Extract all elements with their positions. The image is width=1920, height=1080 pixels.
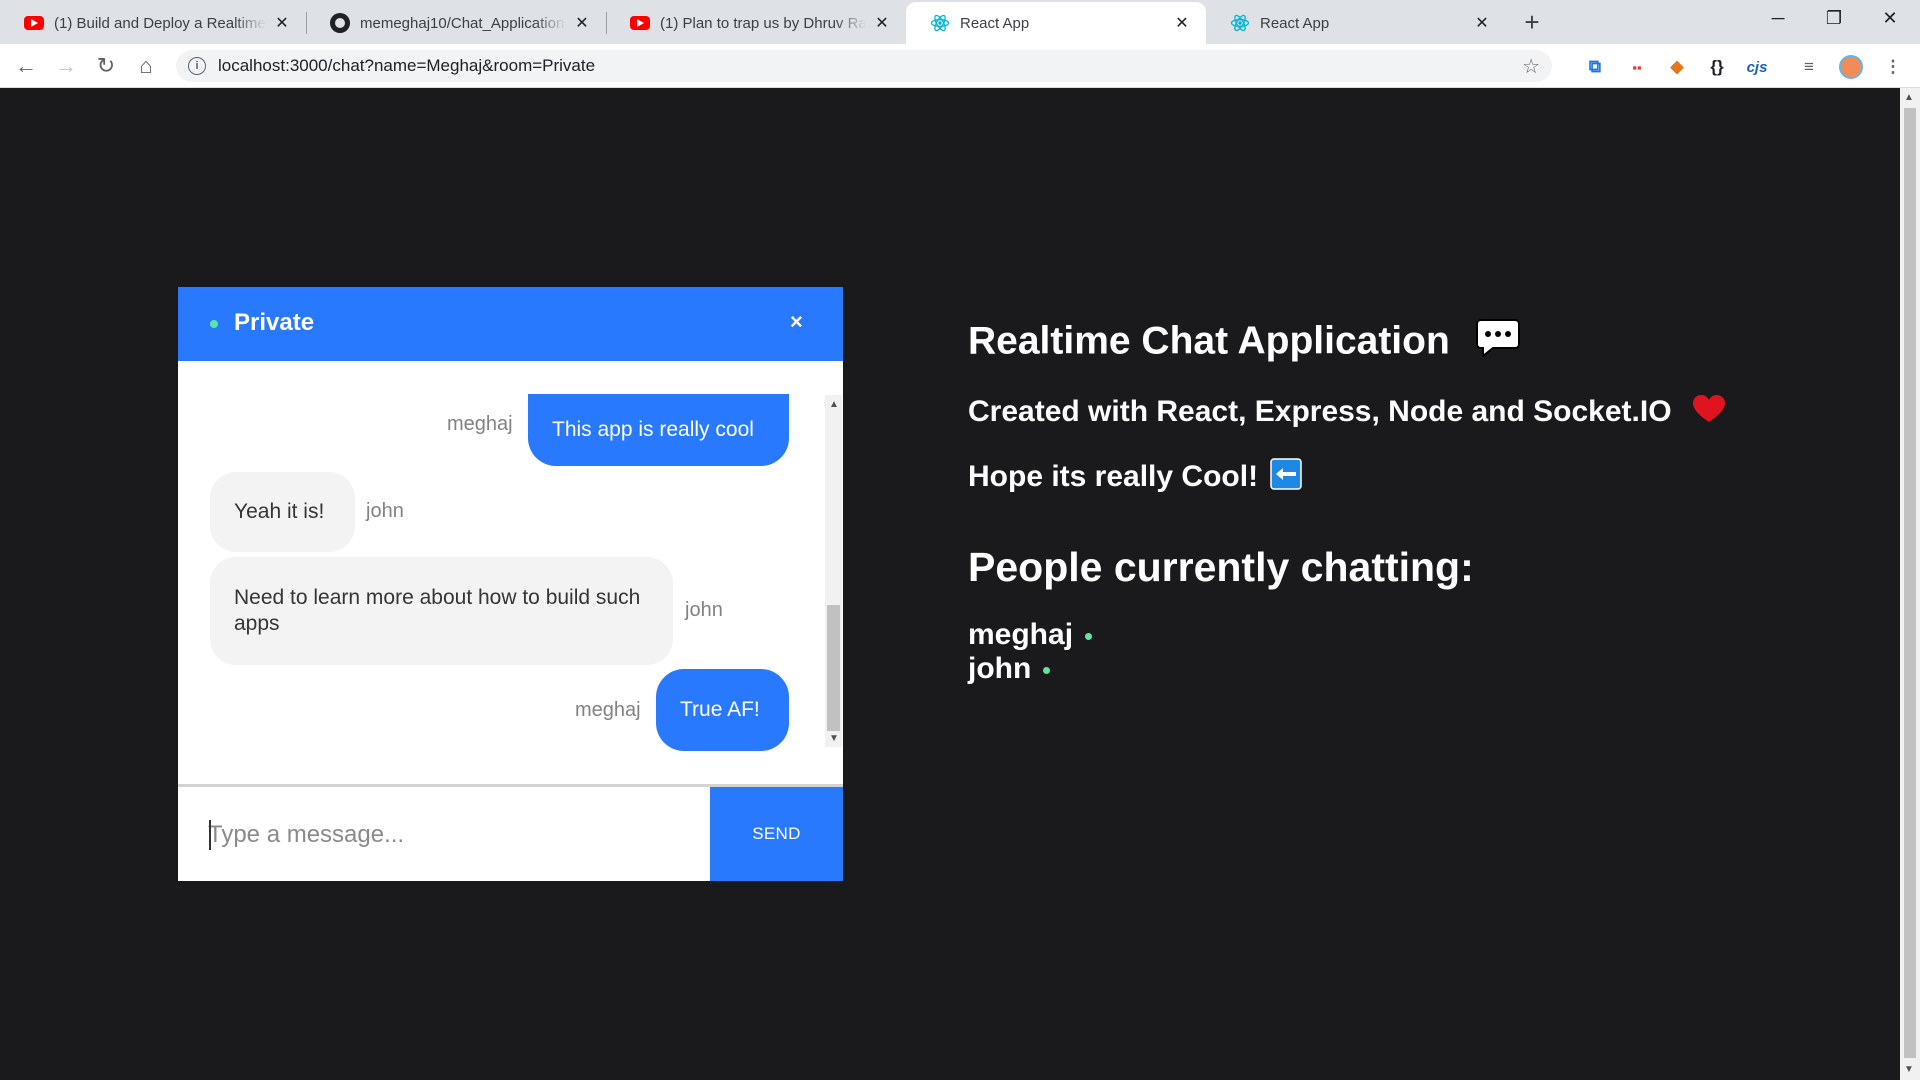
react-icon: [1230, 13, 1250, 33]
tab-title: (1) Build and Deploy a Realtime Chat: [54, 14, 266, 32]
scroll-down-arrow-icon[interactable]: ▼: [1904, 1064, 1914, 1075]
colorful-extension-icon[interactable]: ▪▪: [1624, 54, 1650, 80]
browser-tab-4-active[interactable]: React App ✕: [906, 2, 1206, 44]
message-bubble-own: True AF!: [656, 669, 789, 751]
browser-tab-3[interactable]: (1) Plan to trap us by Dhruv Rathee ✕: [606, 2, 906, 44]
tab-title: (1) Plan to trap us by Dhruv Rathee: [660, 14, 866, 32]
translate-extension-icon[interactable]: ⧉: [1582, 54, 1608, 80]
reload-icon[interactable]: ↻: [90, 50, 122, 82]
close-tab-icon[interactable]: ✕: [872, 13, 892, 33]
address-bar[interactable]: i localhost:3000/chat?name=Meghaj&room=P…: [176, 50, 1552, 82]
close-window-icon[interactable]: ✕: [1862, 0, 1918, 36]
scroll-up-arrow-icon[interactable]: ▲: [1904, 92, 1914, 103]
message-sender: john: [366, 500, 404, 522]
forward-arrow-icon[interactable]: →: [50, 50, 82, 82]
bookmark-star-icon[interactable]: ☆: [1522, 54, 1540, 79]
online-dot-icon: [210, 320, 218, 328]
app-title: Realtime Chat Application: [968, 319, 1450, 363]
message-bubble-own: This app is really cool: [528, 394, 789, 466]
metamask-fox-icon[interactable]: ◆: [1664, 54, 1690, 80]
send-button[interactable]: SEND: [710, 787, 843, 881]
url-text: localhost:3000/chat?name=Meghaj&room=Pri…: [218, 56, 596, 75]
react-icon: [930, 13, 950, 33]
browser-tab-5[interactable]: React App ✕: [1206, 2, 1506, 44]
left-arrow-icon: [1270, 458, 1303, 498]
close-tab-icon[interactable]: ✕: [272, 13, 292, 33]
app-subtitle: Created with React, Express, Node and So…: [968, 394, 1672, 428]
room-name: Private: [234, 309, 315, 336]
message-sender: meghaj: [575, 699, 641, 721]
red-heart-icon: [1692, 394, 1726, 432]
online-dot-icon: [1085, 632, 1093, 640]
scroll-up-arrow-icon[interactable]: ▲: [829, 399, 839, 410]
people-heading: People currently chatting:: [968, 544, 1474, 590]
browser-tab-1[interactable]: (1) Build and Deploy a Realtime Chat ✕: [0, 2, 306, 44]
subtitle-row: Created with React, Express, Node and So…: [968, 394, 1726, 432]
media-queue-icon[interactable]: ≡: [1796, 54, 1822, 80]
site-info-icon[interactable]: i: [188, 57, 206, 75]
youtube-icon: [630, 13, 650, 33]
message-sender: meghaj: [447, 413, 513, 435]
close-tab-icon[interactable]: ✕: [572, 13, 592, 33]
person-name: john: [968, 652, 1032, 685]
message-bubble-other: Need to learn more about how to build su…: [210, 557, 673, 665]
cjs-extension-icon[interactable]: cjs: [1744, 54, 1770, 80]
message-composer: SEND: [178, 787, 878, 881]
close-chat-button[interactable]: ×: [790, 309, 803, 335]
message-sender: john: [685, 599, 723, 621]
youtube-icon: [24, 13, 44, 33]
page-scrollbar[interactable]: ▲ ▼: [1900, 88, 1920, 1080]
text-caret: [209, 820, 211, 850]
back-arrow-icon[interactable]: ←: [10, 50, 42, 82]
message-bubble-other: Yeah it is!: [210, 472, 355, 552]
list-item: john: [968, 652, 1092, 686]
page-scrollbar-thumb[interactable]: [1904, 108, 1916, 1058]
close-tab-icon[interactable]: ✕: [1172, 13, 1192, 33]
tab-title: memeghaj10/Chat_Application: Cha: [360, 14, 566, 32]
profile-avatar[interactable]: [1838, 54, 1864, 80]
tab-title: React App: [960, 14, 1030, 32]
scroll-down-arrow-icon[interactable]: ▼: [829, 733, 839, 744]
messages-scrollbar-thumb[interactable]: [827, 605, 840, 731]
browser-tab-2[interactable]: memeghaj10/Chat_Application: Cha ✕: [306, 2, 606, 44]
app-title-row: Realtime Chat Application: [968, 318, 1521, 368]
people-list: meghaj john: [968, 618, 1093, 686]
online-dot-icon: [1043, 666, 1051, 674]
restore-window-icon[interactable]: ❐: [1806, 0, 1862, 36]
chat-header: Private ×: [178, 287, 843, 361]
new-tab-button[interactable]: +: [1518, 7, 1546, 37]
list-item: meghaj: [968, 618, 1093, 652]
github-icon: [330, 13, 350, 33]
browser-toolbar: ← → ↻ ⌂ i localhost:3000/chat?name=Megha…: [0, 44, 1920, 88]
messages-scrollbar[interactable]: ▲ ▼: [825, 395, 842, 747]
menu-kebab-icon[interactable]: ⋮: [1880, 54, 1906, 80]
person-name: meghaj: [968, 618, 1074, 651]
minimize-window-icon[interactable]: ─: [1750, 0, 1806, 36]
app-tagline: Hope its really Cool!: [968, 459, 1259, 493]
speech-bubble-icon: [1475, 318, 1521, 368]
tab-title: React App: [1260, 14, 1330, 32]
json-braces-icon[interactable]: {}: [1704, 54, 1730, 80]
tagline-row: Hope its really Cool!: [968, 458, 1303, 498]
home-icon[interactable]: ⌂: [130, 50, 162, 82]
tab-strip: (1) Build and Deploy a Realtime Chat ✕ m…: [0, 0, 1920, 44]
close-tab-icon[interactable]: ✕: [1472, 13, 1492, 33]
